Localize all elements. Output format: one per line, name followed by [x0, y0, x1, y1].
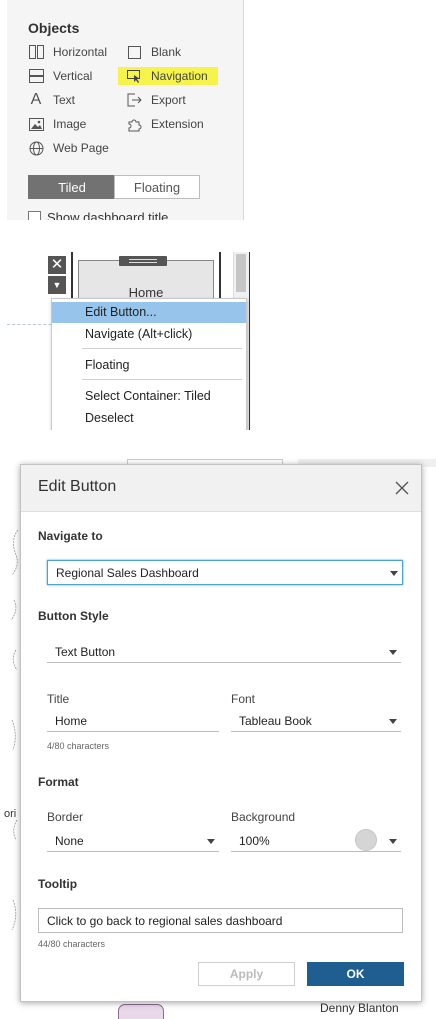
- menu-item-navigate[interactable]: Navigate (Alt+click): [52, 324, 246, 345]
- context-menu-panel: Home ✕ ▼ Edit Button... Navigate (Alt+cl…: [7, 252, 257, 430]
- scrollbar-thumb[interactable]: [236, 254, 246, 292]
- navigate-to-value: Regional Sales Dashboard: [56, 566, 199, 580]
- object-blank[interactable]: Blank: [126, 43, 181, 61]
- background-value: 100%: [239, 834, 270, 848]
- background-map-marks: [10, 529, 19, 931]
- tooltip-input[interactable]: Click to go back to regional sales dashb…: [38, 908, 403, 933]
- menu-item-edit-button[interactable]: Edit Button...: [52, 302, 246, 323]
- border-value: None: [55, 834, 84, 848]
- object-label: Extension: [151, 117, 204, 131]
- globe-icon: [28, 140, 44, 156]
- title-label: Title: [47, 692, 70, 706]
- button-style-select[interactable]: Text Button: [47, 642, 401, 663]
- vertical-container-icon: [28, 68, 44, 84]
- background-chart-mark: [118, 1004, 164, 1019]
- extension-icon: [126, 116, 142, 132]
- tooltip-label: Tooltip: [38, 877, 78, 891]
- border-label: Border: [47, 810, 84, 824]
- object-label: Vertical: [53, 69, 93, 83]
- edit-button-dialog: Edit Button Navigate to Regional Sales D…: [20, 464, 422, 1002]
- tiled-button[interactable]: Tiled: [28, 175, 116, 199]
- apply-button[interactable]: Apply: [198, 962, 295, 986]
- chevron-down-icon: [389, 650, 397, 655]
- font-select[interactable]: Tableau Book: [231, 711, 401, 732]
- dialog-header: Edit Button: [21, 465, 421, 512]
- title-value: Home: [55, 714, 88, 728]
- title-input[interactable]: Home: [47, 711, 219, 732]
- object-horizontal[interactable]: Horizontal: [28, 43, 107, 61]
- object-label: Blank: [151, 45, 182, 59]
- button-style-label: Button Style: [38, 609, 109, 623]
- object-label: Text: [53, 93, 76, 107]
- chevron-down-icon: [390, 571, 398, 576]
- export-icon: [126, 92, 142, 108]
- chevron-down-icon: [389, 839, 397, 844]
- object-label: Navigation: [151, 69, 208, 83]
- object-text[interactable]: A Text: [28, 91, 75, 109]
- close-icon[interactable]: [393, 479, 411, 497]
- menu-item-deselect[interactable]: Deselect: [52, 408, 246, 429]
- object-extension[interactable]: Extension: [126, 115, 204, 133]
- dashboard-edge: [249, 252, 257, 430]
- image-icon: [28, 116, 44, 132]
- objects-panel: Objects Horizontal Blank Vertical Naviga…: [7, 0, 244, 220]
- object-vertical[interactable]: Vertical: [28, 67, 92, 85]
- floating-button[interactable]: Floating: [114, 175, 200, 199]
- font-label: Font: [231, 692, 256, 706]
- font-value: Tableau Book: [239, 714, 312, 728]
- chevron-down-icon: [207, 839, 215, 844]
- show-dashboard-title-row[interactable]: Show dashboard title: [28, 210, 168, 220]
- remove-object-button[interactable]: ✕: [48, 256, 66, 274]
- navigate-to-label: Navigate to: [38, 529, 103, 543]
- menu-item-floating[interactable]: Floating: [52, 355, 246, 376]
- menu-separator: [82, 379, 242, 380]
- object-label: Horizontal: [53, 45, 108, 59]
- border-select[interactable]: None: [47, 831, 219, 852]
- background-color-swatch[interactable]: [355, 829, 377, 851]
- horizontal-container-icon: [28, 44, 44, 60]
- object-label: Web Page: [53, 141, 109, 155]
- tooltip-char-count: 44/80 characters: [38, 939, 106, 949]
- show-title-checkbox[interactable]: [28, 211, 41, 220]
- chevron-down-icon: [389, 719, 397, 724]
- object-label: Image: [53, 117, 87, 131]
- menu-separator: [82, 348, 242, 349]
- format-label: Format: [38, 775, 79, 789]
- object-navigation[interactable]: Navigation: [118, 67, 218, 85]
- objects-title: Objects: [28, 20, 80, 36]
- background-edge-label: ori: [4, 808, 17, 820]
- background-name-label: Denny Blanton: [320, 1001, 399, 1015]
- text-icon: A: [30, 91, 42, 108]
- context-menu: Edit Button... Navigate (Alt+click) Floa…: [51, 298, 247, 430]
- move-handle-icon[interactable]: [119, 256, 167, 266]
- object-label: Export: [151, 93, 186, 107]
- object-web-page[interactable]: Web Page: [28, 139, 109, 157]
- button-style-value: Text Button: [55, 645, 116, 659]
- background-label: Background: [231, 810, 296, 824]
- navigate-to-select[interactable]: Regional Sales Dashboard: [47, 560, 403, 585]
- more-options-button[interactable]: ▼: [48, 276, 66, 294]
- title-char-count: 4/80 characters: [47, 741, 110, 751]
- blank-icon: [126, 44, 142, 60]
- navigation-icon: [126, 68, 142, 84]
- ok-button[interactable]: OK: [307, 962, 404, 986]
- object-image[interactable]: Image: [28, 115, 86, 133]
- tooltip-value: Click to go back to regional sales dashb…: [47, 914, 283, 928]
- dialog-title: Edit Button: [38, 478, 117, 495]
- menu-item-select-container[interactable]: Select Container: Tiled: [52, 386, 246, 407]
- object-export[interactable]: Export: [126, 91, 186, 109]
- show-title-label: Show dashboard title: [47, 210, 169, 220]
